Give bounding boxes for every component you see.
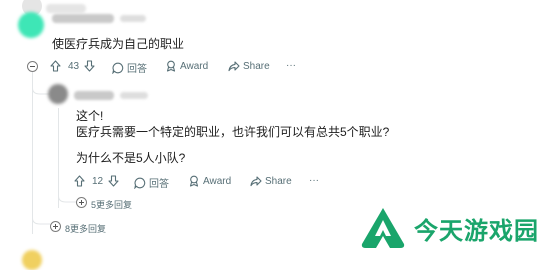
comment-icon bbox=[112, 62, 124, 74]
watermark-text: 今天游戏园 bbox=[414, 217, 539, 245]
more-options-button[interactable]: ··· bbox=[309, 175, 319, 186]
upvote-count: 43 bbox=[68, 60, 80, 72]
more-options-button[interactable]: ··· bbox=[286, 60, 296, 71]
username-redacted[interactable] bbox=[74, 91, 114, 100]
downvote-button[interactable] bbox=[84, 60, 95, 72]
comment-text-line: 这个! bbox=[76, 109, 104, 123]
comment-text-line: 为什么不是5人小队? bbox=[76, 151, 186, 165]
award-icon bbox=[189, 175, 199, 187]
reply-button[interactable]: 回答 bbox=[112, 60, 147, 75]
reply-button[interactable]: 回答 bbox=[134, 175, 169, 190]
timestamp-redacted bbox=[120, 92, 148, 99]
comment-icon bbox=[134, 177, 146, 189]
username-redacted[interactable] bbox=[52, 14, 114, 23]
reply-label: 回答 bbox=[127, 64, 147, 75]
arrow-down-icon bbox=[84, 60, 95, 72]
award-button[interactable]: Award bbox=[165, 60, 208, 72]
downvote-button[interactable] bbox=[108, 175, 119, 187]
expand-replies-button[interactable] bbox=[76, 197, 87, 208]
avatar[interactable] bbox=[22, 250, 42, 270]
share-icon bbox=[250, 176, 262, 187]
share-button[interactable]: Share bbox=[250, 175, 292, 187]
arrow-up-icon bbox=[74, 175, 85, 187]
upvote-button[interactable]: 43 bbox=[50, 60, 79, 72]
expand-replies-button[interactable] bbox=[50, 221, 61, 232]
comment-text: 使医疗兵成为自己的职业 bbox=[52, 37, 185, 51]
reply-label: 回答 bbox=[149, 179, 169, 190]
thread-connector bbox=[32, 214, 50, 225]
share-button[interactable]: Share bbox=[228, 60, 270, 72]
award-label: Award bbox=[180, 60, 209, 72]
arrow-down-icon bbox=[108, 175, 119, 187]
arrow-up-icon bbox=[50, 60, 61, 72]
watermark-logo: 今天游戏园 bbox=[360, 206, 539, 250]
award-label: Award bbox=[203, 175, 232, 187]
gamepad-logo-icon bbox=[361, 208, 405, 248]
avatar[interactable] bbox=[18, 12, 44, 38]
award-button[interactable]: Award bbox=[188, 175, 231, 187]
comment-text-line: 医疗兵需要一个特定的职业，也许我们可以有总共5个职业? bbox=[76, 125, 390, 139]
timestamp-redacted bbox=[120, 15, 146, 22]
thread-connector bbox=[58, 192, 76, 203]
share-label: Share bbox=[243, 60, 270, 72]
more-replies-link[interactable]: 8更多回复 bbox=[65, 222, 106, 235]
upvote-count: 12 bbox=[92, 175, 104, 187]
share-label: Share bbox=[265, 175, 292, 187]
username-redacted[interactable] bbox=[46, 4, 86, 13]
collapse-thread-button[interactable] bbox=[27, 61, 38, 72]
share-icon bbox=[228, 61, 240, 72]
award-icon bbox=[166, 60, 176, 72]
more-replies-link[interactable]: 5更多回复 bbox=[91, 198, 132, 211]
upvote-button[interactable]: 12 bbox=[74, 175, 103, 187]
avatar[interactable] bbox=[48, 84, 68, 104]
